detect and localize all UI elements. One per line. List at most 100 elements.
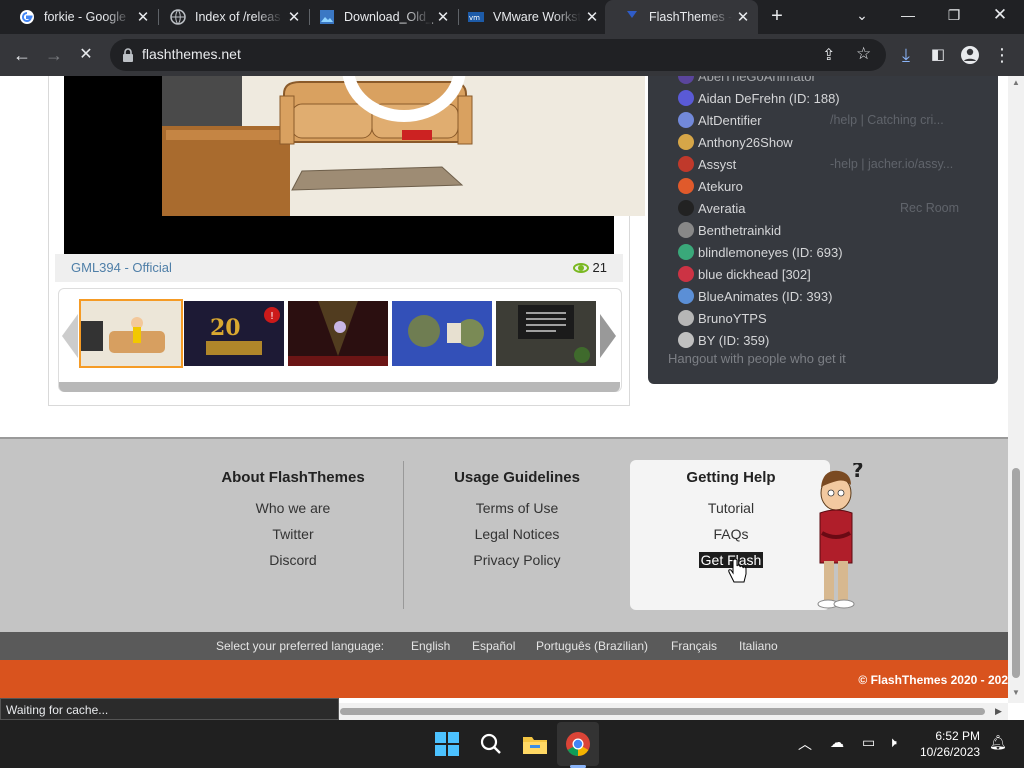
discord-member[interactable]: AltDentifier/help | Catching cri... [678,110,944,130]
new-tab-button[interactable]: + [766,5,788,27]
video-player[interactable] [64,76,645,254]
member-name[interactable]: AbelTheGoAnimator [698,76,816,84]
close-window-button[interactable]: ✕ [978,0,1022,30]
member-activity: -help | jacher.io/assy... [830,157,954,171]
tab-vmware[interactable]: vm VMware Workst ✕ [449,0,607,34]
twitter-link[interactable]: Twitter [193,521,393,547]
download-icon[interactable]: ⤓ [894,43,918,67]
member-name[interactable]: Atekuro [698,179,743,194]
carousel-scrollbar[interactable] [59,382,620,392]
profile-avatar-icon[interactable] [958,43,982,67]
thumbnail-2[interactable]: 20! [184,301,284,366]
discord-member[interactable]: Atekuro [678,176,743,196]
discord-member[interactable]: AbelTheGoAnimator [678,76,816,86]
close-tab-icon[interactable]: ✕ [734,8,752,26]
discord-member[interactable]: BrunoYTPS [678,308,767,328]
scroll-down-arrow-icon[interactable]: ▼ [1012,688,1020,697]
share-icon[interactable]: ⇪ [822,45,835,65]
discord-member[interactable]: blindlemoneyes (ID: 693) [678,242,843,262]
member-name[interactable]: Aidan DeFrehn (ID: 188) [698,91,840,106]
url-text[interactable]: flashthemes.net [142,46,241,62]
forward-arrow-icon[interactable]: → [42,43,66,67]
chrome-menu-icon[interactable]: ⋮ [990,43,1014,67]
carousel-prev-arrow-icon[interactable] [62,314,78,358]
carousel-next-arrow-icon[interactable] [600,314,616,358]
vertical-scroll-thumb[interactable] [1012,468,1020,678]
search-icon[interactable] [477,730,505,758]
scroll-right-arrow-icon[interactable]: ▶ [995,706,1002,717]
minimize-button[interactable]: — [886,0,930,30]
tab-search-chevron-icon[interactable]: ⌄ [840,0,884,30]
copyright-bar: © FlashThemes 2020 - 202 [0,660,1008,698]
member-name[interactable]: Benthetrainkid [698,223,781,238]
discord-member[interactable]: blue dickhead [302] [678,264,811,284]
member-name[interactable]: blindlemoneyes (ID: 693) [698,245,843,260]
discord-member[interactable]: BlueAnimates (ID: 393) [678,286,832,306]
discord-member[interactable]: Benthetrainkid [678,220,781,240]
globe-icon [170,9,186,25]
google-icon [20,10,34,24]
side-panel-icon[interactable]: ◧ [926,43,950,67]
terms-of-use-link[interactable]: Terms of Use [417,495,617,521]
language-italiano[interactable]: Italiano [739,639,778,653]
discord-member[interactable]: Aidan DeFrehn (ID: 188) [678,88,840,108]
onedrive-icon[interactable]: ☁ [830,734,844,751]
file-explorer-icon[interactable] [521,730,549,758]
member-name[interactable]: Assyst [698,157,736,172]
thumbnail-4[interactable] [392,301,492,366]
language-bar: Select your preferred language: English … [0,632,1008,660]
scroll-up-arrow-icon[interactable]: ▲ [1012,78,1020,87]
tab-index-of-releases[interactable]: Index of /releas ✕ [151,0,309,34]
member-name[interactable]: Averatia [698,201,745,216]
copyright-text: © FlashThemes 2020 - 202 [858,673,1008,687]
member-name[interactable]: BlueAnimates (ID: 393) [698,289,832,304]
windows-start-icon[interactable] [433,730,461,758]
tab-google[interactable]: forkie - Google ✕ [0,0,158,34]
discord-link[interactable]: Discord [193,547,393,573]
discord-member[interactable]: Averatia Rec Room [678,198,959,218]
member-name[interactable]: Anthony26Show [698,135,793,150]
privacy-policy-link[interactable]: Privacy Policy [417,547,617,573]
back-arrow-icon[interactable]: ← [10,43,34,67]
show-hidden-icons-chevron-icon[interactable]: ︿ [798,734,812,754]
member-avatar [678,134,694,150]
tutorial-link[interactable]: Tutorial [631,495,831,521]
discord-member[interactable]: Assyst -help | jacher.io/assy... [678,154,953,174]
member-name[interactable]: BY (ID: 359) [698,333,769,348]
video-author-link[interactable]: GML394 - Official [71,260,172,275]
maximize-button[interactable]: ❐ [932,0,976,30]
lock-icon[interactable] [122,48,134,62]
volume-muted-icon[interactable]: 🕨 [888,734,897,751]
member-name[interactable]: blue dickhead [302] [698,267,811,282]
tab-download-old[interactable]: Download_Old_ ✕ [300,0,458,34]
language-english[interactable]: English [411,639,450,653]
language-espanol[interactable]: Español [472,639,515,653]
thumbnail-1[interactable] [79,299,183,368]
vertical-scrollbar[interactable]: ▲ ▼ [1008,76,1024,703]
thumbnail-3[interactable] [288,301,388,366]
legal-notices-link[interactable]: Legal Notices [417,521,617,547]
member-name[interactable]: AltDentifier [698,113,762,128]
language-portugues[interactable]: Português (Brazilian) [536,639,648,653]
close-tab-icon[interactable]: ✕ [134,8,152,26]
chrome-icon[interactable] [564,730,592,758]
faqs-link[interactable]: FAQs [631,521,831,547]
stop-loading-icon[interactable]: ✕ [74,43,98,67]
horizontal-scroll-thumb[interactable] [340,708,985,715]
discord-member[interactable]: BY (ID: 359) [678,330,769,350]
bookmark-star-icon[interactable]: ☆ [856,44,871,64]
svg-text:?: ? [852,463,864,482]
close-tab-icon[interactable]: ✕ [583,8,601,26]
system-clock[interactable]: 6:52 PM 10/26/2023 [920,728,980,760]
thumbnail-5[interactable] [496,301,596,366]
tab-flashthemes[interactable]: FlashThemes - ✕ [605,0,758,34]
svg-text:20: 20 [210,315,241,341]
footer-usage-column: Usage Guidelines Terms of Use Legal Noti… [417,469,617,573]
display-icon[interactable]: ▭ [862,734,875,751]
who-we-are-link[interactable]: Who we are [193,495,393,521]
discord-member[interactable]: Anthony26Show [678,132,793,152]
language-francais[interactable]: Français [671,639,717,653]
address-bar[interactable]: flashthemes.net ⇪ ☆ [110,39,886,71]
member-name[interactable]: BrunoYTPS [698,311,767,326]
notifications-bell-icon[interactable]: 🔔︎ [989,734,1007,751]
